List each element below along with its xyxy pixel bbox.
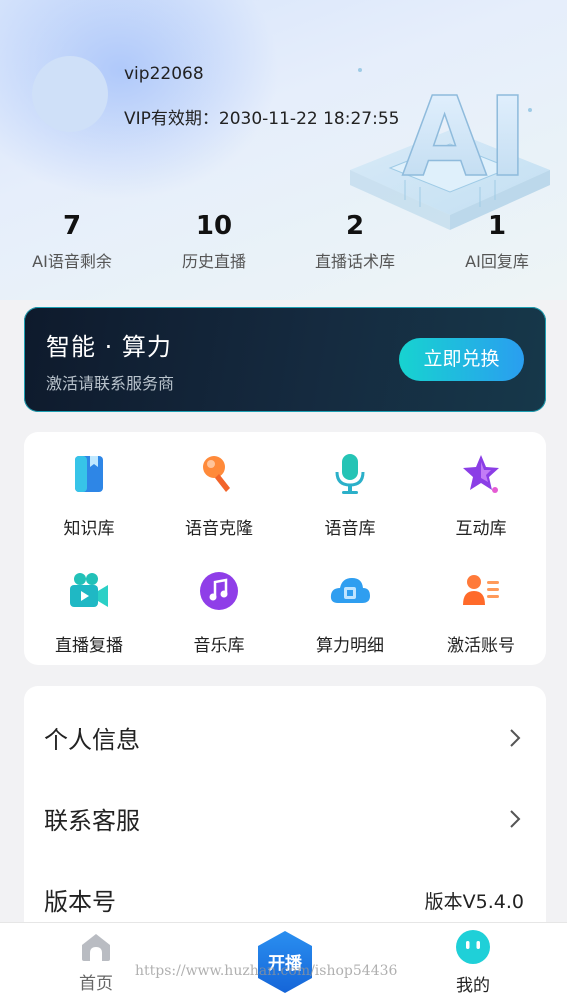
video-camera-icon — [70, 573, 108, 607]
feature-label: 互动库 — [455, 519, 507, 539]
stat-label: 历史直播 — [181, 252, 246, 271]
feature-live-replay[interactable]: 直播复播 — [24, 569, 154, 656]
tab-mine[interactable]: 我的 — [443, 929, 503, 996]
tab-label: 我的 — [456, 976, 490, 996]
bottom-tab-bar: 首页 开播 我的 https://www.huzhan.com/ishop544… — [0, 922, 567, 996]
menu-row-personal-info[interactable]: 个人信息 — [24, 708, 546, 768]
feature-label: 知识库 — [63, 519, 115, 539]
star-icon — [463, 455, 499, 493]
menu-label: 版本号 — [44, 888, 116, 916]
stat-live-script-library[interactable]: 2 直播话术库 — [285, 208, 425, 272]
watermark-text: https://www.huzhan.com/ishop54436 — [135, 963, 398, 979]
feature-compute-details[interactable]: 算力明细 — [285, 569, 415, 656]
cloud-chip-icon — [330, 578, 370, 603]
home-icon — [82, 934, 110, 961]
stat-value: 1 — [487, 211, 507, 241]
vip-expiry-value: 2030-11-22 18:27:55 — [218, 109, 400, 129]
avatar[interactable] — [32, 56, 108, 132]
stat-ai-voice-remaining[interactable]: 7 AI语音剩余 — [2, 208, 142, 272]
stat-label: AI回复库 — [465, 252, 529, 271]
stat-history-live[interactable]: 10 历史直播 — [144, 208, 284, 272]
profile-header: AI vip22068 VIP有效期：2030-11-22 18:27:55 7… — [0, 0, 567, 300]
username: vip22068 — [124, 64, 204, 84]
ai-art-text: AI — [402, 73, 528, 201]
microphone-teal-icon — [335, 454, 365, 494]
compute-power-banner: 智能 · 算力 激活请联系服务商 立即兑换 — [24, 307, 546, 412]
go-live-hexagon-icon: 开播 — [258, 931, 312, 993]
feature-interaction-library[interactable]: 互动库 — [416, 452, 546, 539]
tab-label: 首页 — [79, 974, 113, 994]
feature-knowledge-base[interactable]: 知识库 — [24, 452, 154, 539]
feature-label: 激活账号 — [447, 636, 515, 656]
banner-title: 智能 · 算力 — [46, 333, 172, 361]
stat-value: 2 — [345, 211, 365, 241]
chevron-right-icon — [510, 810, 521, 828]
stat-label: AI语音剩余 — [32, 252, 112, 271]
feature-music-library[interactable]: 音乐库 — [154, 569, 284, 656]
stat-label: 直播话术库 — [314, 252, 395, 271]
book-icon — [75, 456, 103, 492]
feature-label: 算力明细 — [316, 636, 384, 656]
microphone-orange-icon — [203, 456, 230, 492]
user-card-icon — [463, 575, 499, 605]
redeem-button[interactable]: 立即兑换 — [399, 338, 524, 381]
feature-grid: 知识库 语音克隆 语音库 互动库 直播复播 音乐库 算力明细 激活账号 — [24, 432, 546, 665]
stat-value: 10 — [195, 211, 233, 241]
menu-label: 个人信息 — [44, 726, 140, 754]
stats-row: 7 AI语音剩余 10 历史直播 2 直播话术库 1 AI回复库 — [0, 208, 567, 288]
chevron-right-icon — [510, 729, 521, 747]
settings-menu: 个人信息 联系客服 版本号 版本V5.4.0 — [24, 686, 546, 946]
feature-label: 语音克隆 — [185, 519, 253, 539]
feature-label: 语音库 — [324, 519, 376, 539]
feature-activate-account[interactable]: 激活账号 — [416, 569, 546, 656]
menu-row-contact-service[interactable]: 联系客服 — [24, 789, 546, 849]
tab-home[interactable]: 首页 — [66, 931, 126, 994]
feature-label: 直播复播 — [55, 636, 123, 656]
feature-voice-clone[interactable]: 语音克隆 — [154, 452, 284, 539]
menu-row-version: 版本号 版本V5.4.0 — [24, 870, 546, 930]
feature-voice-library[interactable]: 语音库 — [285, 452, 415, 539]
feature-label: 音乐库 — [193, 636, 245, 656]
vip-expiry-label: VIP有效期： — [124, 109, 219, 129]
stat-value: 7 — [62, 211, 82, 241]
version-value: 版本V5.4.0 — [424, 891, 524, 913]
music-note-icon — [200, 572, 238, 610]
vip-expiry: VIP有效期：2030-11-22 18:27:55 — [124, 104, 399, 129]
banner-subtitle: 激活请联系服务商 — [46, 374, 175, 393]
stat-ai-reply-library[interactable]: 1 AI回复库 — [427, 208, 567, 272]
menu-label: 联系客服 — [44, 807, 140, 835]
chat-bubble-face-icon — [456, 930, 490, 964]
